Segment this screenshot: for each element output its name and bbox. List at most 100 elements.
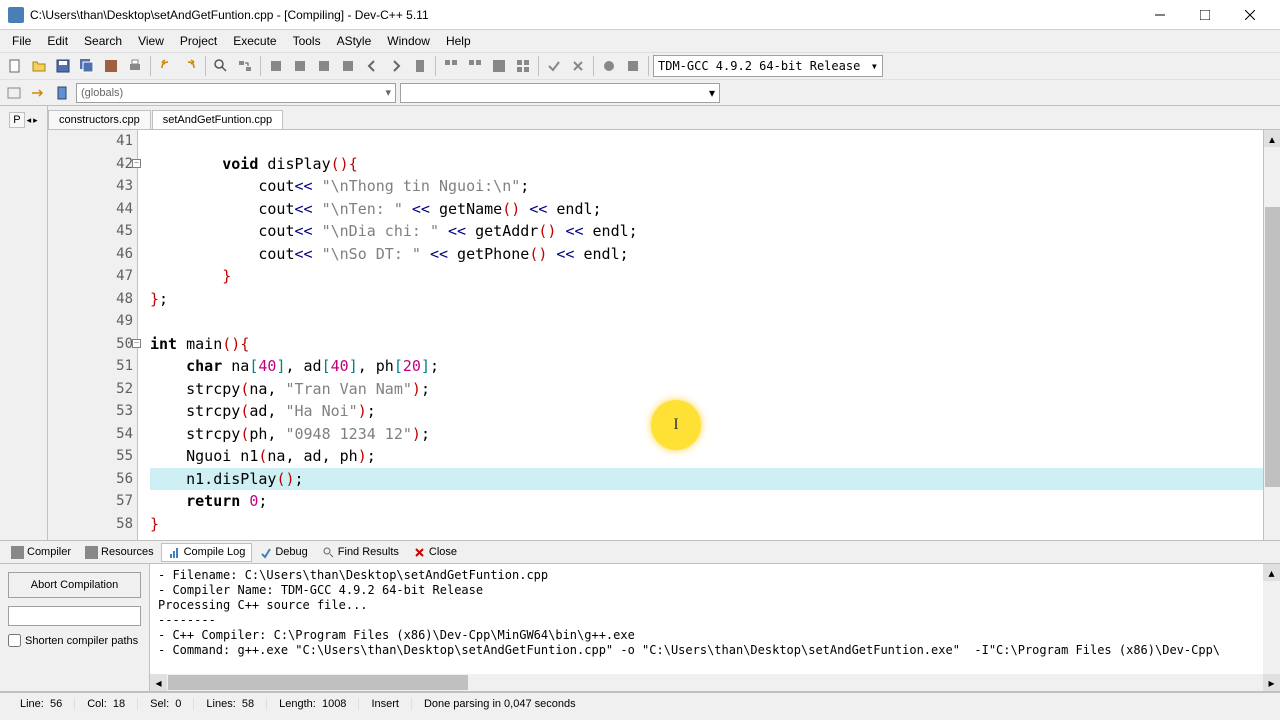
compiler-select[interactable]: TDM-GCC 4.9.2 64-bit Release ▾ bbox=[653, 55, 883, 77]
menu-search[interactable]: Search bbox=[76, 32, 130, 50]
symbols-select[interactable]: ▾ bbox=[400, 83, 720, 103]
compile-input[interactable] bbox=[8, 606, 141, 626]
code-line[interactable]: }; bbox=[150, 288, 1280, 311]
line-number: 49 bbox=[48, 310, 133, 333]
grid4-icon[interactable] bbox=[512, 55, 534, 77]
code-line[interactable]: void disPlay(){ bbox=[150, 153, 1280, 176]
save-all-icon[interactable] bbox=[76, 55, 98, 77]
replace-icon[interactable] bbox=[234, 55, 256, 77]
close-button[interactable] bbox=[1227, 0, 1272, 30]
code-line[interactable]: } bbox=[150, 265, 1280, 288]
grid3-icon[interactable] bbox=[488, 55, 510, 77]
undo-icon[interactable] bbox=[155, 55, 177, 77]
back-icon[interactable] bbox=[361, 55, 383, 77]
chevron-right-icon[interactable]: ▸ bbox=[33, 115, 38, 126]
tab-close[interactable]: Close bbox=[406, 543, 464, 562]
open-file-icon[interactable] bbox=[28, 55, 50, 77]
compile-icon[interactable] bbox=[265, 55, 287, 77]
line-number: 44 bbox=[48, 198, 133, 221]
compile-log-icon bbox=[168, 546, 181, 559]
globals-select[interactable]: (globals) ▾ bbox=[76, 83, 396, 103]
scroll-up-icon[interactable]: ▴ bbox=[1263, 564, 1280, 581]
code-line[interactable] bbox=[150, 310, 1280, 333]
code-line[interactable]: char na[40], ad[40], ph[20]; bbox=[150, 355, 1280, 378]
tab-find-results-label: Find Results bbox=[338, 546, 399, 558]
tab-setandgetfuntion[interactable]: setAndGetFuntion.cpp bbox=[152, 110, 283, 129]
code-line[interactable]: strcpy(na, "Tran Van Nam"); bbox=[150, 378, 1280, 401]
compile-log[interactable]: - Filename: C:\Users\than\Desktop\setAnd… bbox=[150, 564, 1280, 674]
save-as-icon[interactable] bbox=[100, 55, 122, 77]
scroll-thumb[interactable] bbox=[1265, 207, 1280, 487]
tab-find-results[interactable]: Find Results bbox=[315, 543, 406, 562]
save-icon[interactable] bbox=[52, 55, 74, 77]
code-line[interactable]: strcpy(ad, "Ha Noi"); bbox=[150, 400, 1280, 423]
grid1-icon[interactable] bbox=[440, 55, 462, 77]
scroll-up-icon[interactable]: ▴ bbox=[1264, 130, 1280, 147]
code-line[interactable]: int main(){ bbox=[150, 333, 1280, 356]
code-line[interactable]: return 0; bbox=[150, 490, 1280, 513]
shorten-paths-checkbox[interactable]: Shorten compiler paths bbox=[8, 634, 141, 647]
forward-icon[interactable] bbox=[385, 55, 407, 77]
tab-constructors[interactable]: constructors.cpp bbox=[48, 110, 151, 129]
menu-window[interactable]: Window bbox=[379, 32, 438, 50]
menu-file[interactable]: File bbox=[4, 32, 39, 50]
tab-resources[interactable]: Resources bbox=[78, 543, 161, 562]
menu-view[interactable]: View bbox=[130, 32, 172, 50]
tabs-bar: constructors.cpp setAndGetFuntion.cpp bbox=[48, 106, 1280, 130]
x-icon[interactable] bbox=[567, 55, 589, 77]
menu-help[interactable]: Help bbox=[438, 32, 479, 50]
vertical-scrollbar[interactable]: ▴ bbox=[1263, 130, 1280, 540]
abort-compilation-button[interactable]: Abort Compilation bbox=[8, 572, 141, 598]
status-line: Line: 56 bbox=[8, 698, 75, 710]
scroll-thumb[interactable] bbox=[168, 675, 468, 690]
code-line[interactable]: strcpy(ph, "0948 1234 12"); bbox=[150, 423, 1280, 446]
code-line[interactable]: cout<< "\nThong tin Nguoi:\n"; bbox=[150, 175, 1280, 198]
scroll-left-icon[interactable]: ◂ bbox=[150, 674, 167, 691]
doc-icon[interactable] bbox=[52, 83, 72, 103]
debug-icon[interactable] bbox=[598, 55, 620, 77]
profile-icon[interactable] bbox=[622, 55, 644, 77]
code-line[interactable]: cout<< "\nSo DT: " << getPhone() << endl… bbox=[150, 243, 1280, 266]
gutter: 4142−4344454647484950−5152535455565758 bbox=[48, 130, 138, 540]
tab-compile-log[interactable]: Compile Log bbox=[161, 543, 253, 562]
search-icon[interactable] bbox=[210, 55, 232, 77]
code-line[interactable]: cout<< "\nDia chi: " << getAddr() << end… bbox=[150, 220, 1280, 243]
run-icon[interactable] bbox=[289, 55, 311, 77]
shorten-paths-check[interactable] bbox=[8, 634, 21, 647]
code-line[interactable]: n1.disPlay(); bbox=[150, 468, 1280, 491]
bottom-tabs: Compiler Resources Compile Log Debug Fin… bbox=[0, 540, 1280, 564]
compile-run-icon[interactable] bbox=[313, 55, 335, 77]
rebuild-icon[interactable] bbox=[337, 55, 359, 77]
menu-tools[interactable]: Tools bbox=[285, 32, 329, 50]
new-window-icon[interactable] bbox=[4, 83, 24, 103]
chevron-left-icon[interactable]: ◂ bbox=[27, 115, 32, 126]
scroll-right-icon[interactable]: ▸ bbox=[1263, 674, 1280, 691]
menu-edit[interactable]: Edit bbox=[39, 32, 76, 50]
code-line[interactable] bbox=[150, 130, 1280, 153]
code-line[interactable]: cout<< "\nTen: " << getName() << endl; bbox=[150, 198, 1280, 221]
bookmark-icon[interactable] bbox=[409, 55, 431, 77]
line-number: 53 bbox=[48, 400, 133, 423]
new-file-icon[interactable] bbox=[4, 55, 26, 77]
redo-icon[interactable] bbox=[179, 55, 201, 77]
code-content[interactable]: I void disPlay(){ cout<< "\nThong tin Ng… bbox=[138, 130, 1280, 540]
status-length: Length: 1008 bbox=[267, 698, 359, 710]
tab-close-label: Close bbox=[429, 546, 457, 558]
menu-project[interactable]: Project bbox=[172, 32, 225, 50]
menu-execute[interactable]: Execute bbox=[225, 32, 284, 50]
grid2-icon[interactable] bbox=[464, 55, 486, 77]
menu-astyle[interactable]: AStyle bbox=[329, 32, 380, 50]
maximize-button[interactable] bbox=[1182, 0, 1227, 30]
tab-debug[interactable]: Debug bbox=[252, 543, 314, 562]
compile-log-hscroll[interactable]: ◂ ▸ bbox=[150, 674, 1280, 691]
print-icon[interactable] bbox=[124, 55, 146, 77]
code-line[interactable]: } bbox=[150, 513, 1280, 536]
check-icon[interactable] bbox=[543, 55, 565, 77]
left-panel-tab[interactable]: P bbox=[9, 112, 24, 128]
compile-log-vscroll[interactable]: ▴ bbox=[1263, 564, 1280, 674]
code-editor[interactable]: 4142−4344454647484950−5152535455565758 I… bbox=[48, 130, 1280, 540]
goto-icon[interactable] bbox=[28, 83, 48, 103]
minimize-button[interactable] bbox=[1137, 0, 1182, 30]
tab-compiler[interactable]: Compiler bbox=[4, 543, 78, 562]
code-line[interactable]: Nguoi n1(na, ad, ph); bbox=[150, 445, 1280, 468]
